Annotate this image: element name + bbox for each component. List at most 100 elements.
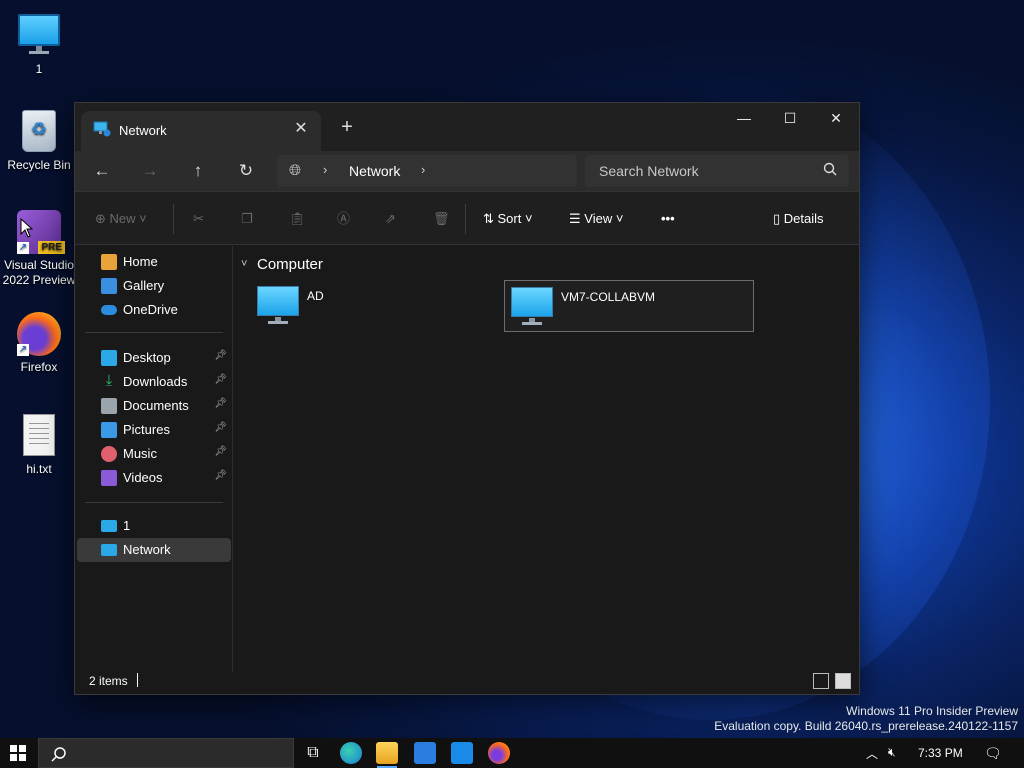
up-button[interactable]: ↑	[183, 157, 213, 185]
sidebar-item-onedrive[interactable]: OneDrive	[77, 298, 231, 322]
taskbar-search[interactable]	[38, 738, 294, 768]
downloads-icon: ⤓	[105, 372, 113, 389]
command-bar: ⊕ New ˅ ✂ ❐ 📋︎ Ⓐ ⇗ 🗑︎ ⇅ Sort ˅ ☰ View ˅ …	[75, 191, 859, 245]
notifications-icon[interactable]: 🗨︎	[984, 745, 1002, 762]
edge-icon[interactable]	[340, 742, 362, 764]
refresh-button[interactable]: ↻	[231, 157, 261, 185]
firefox-icon[interactable]	[488, 742, 510, 764]
file-list: ˅ Computer AD VM7-COLLABVM	[235, 246, 859, 672]
rename-icon[interactable]: Ⓐ	[337, 206, 350, 232]
microsoft-store-icon[interactable]	[414, 742, 436, 764]
evaluation-watermark: Windows 11 Pro Insider Preview Evaluatio…	[714, 704, 1018, 734]
videos-icon	[101, 470, 117, 486]
taskbar: ⧉ ︿ 🔇︎ 7:33 PM 🗨︎	[0, 738, 1024, 768]
sort-label: Sort	[497, 211, 522, 226]
computer-icon	[257, 286, 299, 316]
sidebar-item-label: Network	[123, 542, 171, 557]
pin-icon[interactable]: 📌︎	[214, 374, 227, 385]
network-computer-vm7-collabvm[interactable]: VM7-COLLABVM	[504, 280, 754, 332]
navigation-bar: ← → ↑ ↻ 🌐︎ › Network › Search Network	[75, 151, 859, 191]
pin-icon[interactable]: 📌︎	[214, 422, 227, 433]
cut-icon[interactable]: ✂	[193, 206, 204, 232]
sidebar-item-home[interactable]: Home	[77, 250, 231, 274]
paste-icon[interactable]: 📋︎	[289, 206, 306, 232]
sidebar-divider	[85, 332, 223, 333]
details-button[interactable]: ▯ Details	[773, 206, 824, 232]
preview-badge: PRE	[38, 241, 65, 254]
file-explorer-icon[interactable]	[376, 742, 398, 764]
volume-muted-icon[interactable]: 🔇︎	[888, 745, 896, 760]
clock[interactable]: 7:33 PM	[918, 746, 963, 760]
desktop-icon-this-pc[interactable]: 1	[0, 10, 78, 77]
desktop-icon-visual-studio[interactable]: PRE ↗ Visual Studio 2022 Preview	[0, 210, 78, 288]
chevron-down-icon[interactable]: ˅	[241, 258, 247, 270]
sidebar-item-videos[interactable]: Videos 📌︎	[77, 466, 231, 490]
desktop-icon-recycle-bin[interactable]: Recycle Bin	[0, 110, 78, 173]
desktop-icon-label: hi.txt	[26, 462, 52, 476]
sidebar-item-label: Desktop	[123, 350, 171, 365]
sidebar-divider	[85, 502, 223, 503]
firefox-icon: ↗	[17, 312, 61, 356]
breadcrumb-network[interactable]: Network	[349, 163, 400, 179]
sidebar-item-label: Downloads	[123, 374, 188, 389]
delete-icon[interactable]: 🗑︎	[433, 206, 450, 232]
details-view-icon[interactable]	[813, 673, 829, 689]
mail-icon[interactable]	[451, 742, 473, 764]
chevron-right-icon[interactable]: ›	[323, 162, 327, 177]
sidebar-item-network[interactable]: Network	[77, 538, 231, 562]
search-box[interactable]: Search Network	[585, 155, 849, 187]
forward-button[interactable]: →	[135, 157, 165, 185]
close-tab-icon[interactable]: ✕	[291, 119, 311, 139]
desktop-icon-label: 1	[35, 62, 43, 76]
watermark-line-1: Windows 11 Pro Insider Preview	[846, 704, 1018, 718]
large-icons-view-icon[interactable]	[835, 673, 851, 689]
sidebar-item-music[interactable]: Music 📌︎	[77, 442, 231, 466]
address-bar[interactable]: 🌐︎ › Network ›	[277, 155, 577, 187]
tab-network[interactable]: Network ✕	[81, 111, 321, 151]
item-name: VM7-COLLABVM	[561, 290, 656, 304]
sidebar-item-label: 1	[123, 518, 131, 533]
pin-icon[interactable]: 📌︎	[214, 446, 227, 457]
sidebar-item-downloads[interactable]: ⤓ Downloads 📌︎	[77, 370, 231, 394]
desktop-icon-firefox[interactable]: ↗ Firefox	[0, 312, 78, 375]
desktop-icon-label: Firefox	[20, 360, 58, 374]
pictures-icon	[101, 422, 117, 438]
sidebar-item-desktop[interactable]: Desktop 📌︎	[77, 346, 231, 370]
maximize-button[interactable]: ☐	[767, 103, 813, 135]
new-button[interactable]: ⊕ New ˅	[95, 206, 147, 232]
watermark-line-2: Evaluation copy. Build 26040.rs_prerelea…	[714, 719, 1018, 733]
view-button[interactable]: ☰ View ˅	[569, 206, 623, 232]
sidebar-item-documents[interactable]: Documents 📌︎	[77, 394, 231, 418]
file-explorer-window: Network ✕ + — ☐ ✕ ← → ↑ ↻ 🌐︎ › Network ›…	[74, 102, 860, 695]
more-options-button[interactable]: •••	[661, 206, 675, 232]
sidebar-item-label: Music	[123, 446, 157, 461]
chevron-up-icon[interactable]: ︿	[866, 745, 878, 762]
pin-icon[interactable]: 📌︎	[214, 398, 227, 409]
new-label: New	[109, 211, 136, 226]
pin-icon[interactable]: 📌︎	[214, 470, 227, 481]
back-button[interactable]: ←	[87, 157, 117, 185]
minimize-button[interactable]: —	[721, 103, 767, 135]
toolbar-divider	[465, 204, 466, 234]
pin-icon[interactable]: 📌︎	[214, 350, 227, 361]
share-icon[interactable]: ⇗	[385, 206, 396, 232]
status-bar: 2 items	[75, 668, 859, 694]
sort-button[interactable]: ⇅ Sort ˅	[483, 206, 533, 232]
this-pc-icon	[101, 520, 117, 532]
new-tab-button[interactable]: +	[335, 115, 359, 139]
sidebar-item-this-pc[interactable]: 1	[77, 514, 231, 538]
sidebar-item-label: Documents	[123, 398, 189, 413]
copy-icon[interactable]: ❐	[241, 206, 253, 232]
sidebar-item-pictures[interactable]: Pictures 📌︎	[77, 418, 231, 442]
gallery-icon	[101, 278, 117, 294]
details-label: Details	[783, 211, 824, 226]
task-view-icon[interactable]: ⧉	[302, 742, 324, 764]
desktop-icon-hi-txt[interactable]: hi.txt	[0, 414, 78, 477]
sidebar-item-gallery[interactable]: Gallery	[77, 274, 231, 298]
group-header-computer[interactable]: Computer	[257, 256, 323, 273]
network-computer-ad[interactable]: AD	[251, 280, 501, 332]
close-window-button[interactable]: ✕	[813, 103, 859, 135]
chevron-right-icon[interactable]: ›	[421, 162, 425, 177]
search-icon	[823, 162, 837, 176]
windows-start-icon[interactable]	[10, 745, 26, 761]
